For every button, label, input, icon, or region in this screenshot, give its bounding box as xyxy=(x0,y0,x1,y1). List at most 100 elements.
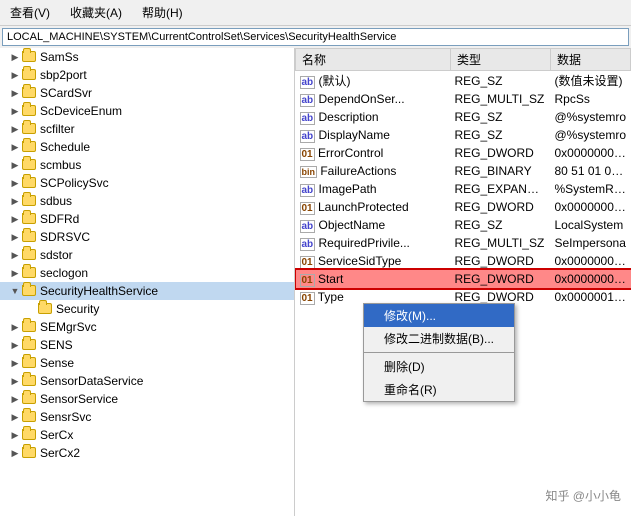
tree-label: SDRSVC xyxy=(40,230,90,244)
tree-item-sercx[interactable]: ▶SerCx xyxy=(0,426,294,444)
registry-panel[interactable]: 名称 类型 数据 ab (默认)REG_SZ(数值未设置)ab DependOn… xyxy=(295,48,631,516)
table-row[interactable]: 01 ErrorControlREG_DWORD0x00000001 ( xyxy=(296,144,631,162)
cell-data: @%systemro xyxy=(551,108,631,126)
cell-type: REG_SZ xyxy=(451,126,551,144)
ab-icon: ab xyxy=(300,218,319,232)
cell-type: REG_DWORD xyxy=(451,198,551,216)
tree-item-scpolicysvc[interactable]: ▶SCPolicySvc xyxy=(0,174,294,192)
tree-label: sdstor xyxy=(40,248,73,262)
ab-icon: ab xyxy=(300,110,319,124)
tree-item-sense[interactable]: ▶Sense xyxy=(0,354,294,372)
folder-icon xyxy=(22,86,38,100)
table-row[interactable]: ab ImagePathREG_EXPAND_SZ%SystemRoo xyxy=(296,180,631,198)
tree-panel[interactable]: ▶SamSs▶sbp2port▶SCardSvr▶ScDeviceEnum▶sc… xyxy=(0,48,295,516)
tree-item-sercx2[interactable]: ▶SerCx2 xyxy=(0,444,294,462)
cell-data: 0x00000001 ( xyxy=(551,144,631,162)
cell-name: FailureActions xyxy=(320,164,396,178)
cell-name: ErrorControl xyxy=(318,146,383,160)
tree-item-schedule[interactable]: ▶Schedule xyxy=(0,138,294,156)
dword-icon: 01 xyxy=(300,200,318,214)
table-row[interactable]: ab DisplayNameREG_SZ@%systemro xyxy=(296,126,631,144)
dword-icon: 01 xyxy=(300,146,318,160)
table-row[interactable]: ab DependOnSer...REG_MULTI_SZRpcSs xyxy=(296,90,631,108)
cell-name: Description xyxy=(319,110,379,124)
table-row[interactable]: bin FailureActionsREG_BINARY80 51 01 00 … xyxy=(296,162,631,180)
context-menu-item-modify-binary[interactable]: 修改二进制数据(B)... xyxy=(364,327,514,350)
cell-name: ObjectName xyxy=(319,218,386,232)
menu-favorites[interactable]: 收藏夹(A) xyxy=(64,2,128,23)
cell-data: RpcSs xyxy=(551,90,631,108)
cell-name: RequiredPrivile... xyxy=(319,236,410,250)
table-row[interactable]: ab RequiredPrivile...REG_MULTI_SZSeImper… xyxy=(296,234,631,252)
tree-item-sdrsvc[interactable]: ▶SDRSVC xyxy=(0,228,294,246)
tree-item-securityhealthservice[interactable]: ▼SecurityHealthService xyxy=(0,282,294,300)
folder-icon xyxy=(22,338,38,352)
tree-item-sensordataservice[interactable]: ▶SensorDataService xyxy=(0,372,294,390)
menu-help[interactable]: 帮助(H) xyxy=(136,2,189,23)
cell-type: REG_MULTI_SZ xyxy=(451,90,551,108)
table-row[interactable]: ab DescriptionREG_SZ@%systemro xyxy=(296,108,631,126)
address-bar: LOCAL_MACHINE\SYSTEM\CurrentControlSet\S… xyxy=(2,28,629,46)
tree-item-sens[interactable]: ▶SENS xyxy=(0,336,294,354)
table-row[interactable]: ab ObjectNameREG_SZLocalSystem xyxy=(296,216,631,234)
tree-item-seclogon[interactable]: ▶seclogon xyxy=(0,264,294,282)
folder-icon xyxy=(38,302,54,316)
cell-type: REG_EXPAND_SZ xyxy=(451,180,551,198)
ab-icon: ab xyxy=(300,74,319,88)
table-row[interactable]: 01 ServiceSidTypeREG_DWORD0x00000001 ( xyxy=(296,252,631,270)
tree-label: SCPolicySvc xyxy=(40,176,109,190)
tree-item-sensrsvc[interactable]: ▶SensrSvc xyxy=(0,408,294,426)
table-row[interactable]: 01 LaunchProtected REG_DWORD0x00000002 ( xyxy=(296,198,631,216)
tree-label: Schedule xyxy=(40,140,90,154)
tree-label: scmbus xyxy=(40,158,81,172)
cell-name: DependOnSer... xyxy=(319,92,405,106)
context-menu-item-rename[interactable]: 重命名(R) xyxy=(364,378,514,401)
folder-icon xyxy=(22,410,38,424)
folder-icon xyxy=(22,104,38,118)
cell-data: (数值未设置) xyxy=(551,71,631,91)
tree-item-scmbus[interactable]: ▶scmbus xyxy=(0,156,294,174)
main-layout: ▶SamSs▶sbp2port▶SCardSvr▶ScDeviceEnum▶sc… xyxy=(0,48,631,516)
cell-type: REG_SZ xyxy=(451,71,551,91)
col-type[interactable]: 类型 xyxy=(451,49,551,71)
folder-icon xyxy=(22,266,38,280)
tree-item-sdfrp[interactable]: ▶SDFRd xyxy=(0,210,294,228)
tree-item-scfilter[interactable]: ▶scfilter xyxy=(0,120,294,138)
menu-view[interactable]: 查看(V) xyxy=(4,2,56,23)
folder-icon xyxy=(22,284,38,298)
folder-icon xyxy=(22,68,38,82)
tree-item-security[interactable]: Security xyxy=(0,300,294,318)
tree-item-samss[interactable]: ▶SamSs xyxy=(0,48,294,66)
folder-icon xyxy=(22,158,38,172)
context-menu-item-delete[interactable]: 删除(D) xyxy=(364,355,514,378)
cell-type: REG_BINARY xyxy=(451,162,551,180)
folder-icon xyxy=(22,140,38,154)
folder-icon xyxy=(22,50,38,64)
cell-name: DisplayName xyxy=(319,128,390,142)
cell-data: 0x00000002 ( xyxy=(551,198,631,216)
col-data[interactable]: 数据 xyxy=(551,49,631,71)
table-row[interactable]: 01 StartREG_DWORD0x00000002 ( xyxy=(296,270,631,288)
tree-label: sdbus xyxy=(40,194,72,208)
tree-item-scardsvr[interactable]: ▶SCardSvr xyxy=(0,84,294,102)
tree-item-sdstor[interactable]: ▶sdstor xyxy=(0,246,294,264)
tree-item-semgrsvc[interactable]: ▶SEMgrSvc xyxy=(0,318,294,336)
folder-icon xyxy=(22,446,38,460)
tree-item-sensorservice[interactable]: ▶SensorService xyxy=(0,390,294,408)
tree-item-sdbus[interactable]: ▶sdbus xyxy=(0,192,294,210)
cell-data: %SystemRoo xyxy=(551,180,631,198)
tree-label: SEMgrSvc xyxy=(40,320,97,334)
tree-label: SCardSvr xyxy=(40,86,92,100)
col-name[interactable]: 名称 xyxy=(296,49,451,71)
cell-name: LaunchProtected xyxy=(318,200,409,214)
ab-icon: ab xyxy=(300,128,319,142)
cell-data: SeImpersona xyxy=(551,234,631,252)
tree-item-sbp2port[interactable]: ▶sbp2port xyxy=(0,66,294,84)
context-menu-item-modify[interactable]: 修改(M)... xyxy=(364,304,514,327)
folder-icon xyxy=(22,248,38,262)
tree-item-scdeviceenum[interactable]: ▶ScDeviceEnum xyxy=(0,102,294,120)
folder-icon xyxy=(22,428,38,442)
table-row[interactable]: ab (默认)REG_SZ(数值未设置) xyxy=(296,71,631,91)
context-menu-separator xyxy=(364,352,514,353)
cell-data: 0x00000002 ( xyxy=(551,270,631,288)
